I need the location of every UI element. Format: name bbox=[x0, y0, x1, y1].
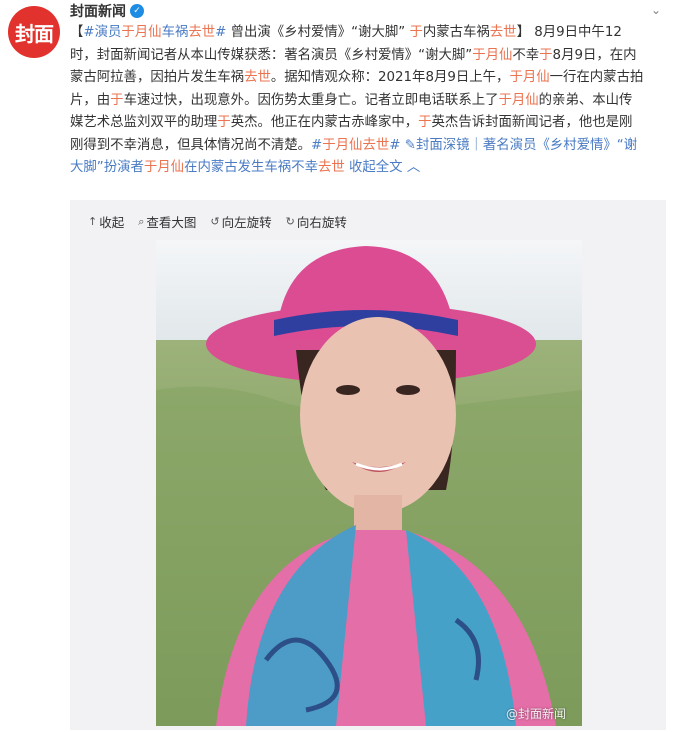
post-highlight-text: 于月仙 bbox=[472, 47, 513, 63]
post-link-text[interactable]: 大脚”扮演者 bbox=[70, 160, 144, 175]
rotate-left-button[interactable]: ↺ 向左旋转 bbox=[210, 212, 271, 231]
post-highlight-text: 于 bbox=[539, 47, 553, 63]
portrait-illustration bbox=[156, 240, 582, 726]
post-highlight-text: 于月仙 bbox=[143, 160, 185, 175]
post-text-segment: 【 bbox=[70, 25, 84, 40]
rotate-right-button[interactable]: ↻ 向右旋转 bbox=[286, 212, 347, 231]
chevron-down-icon[interactable]: ⌄ bbox=[649, 3, 663, 17]
rotate-left-label: 向左旋转 bbox=[221, 215, 272, 230]
post-highlight-text: 于 bbox=[217, 115, 231, 130]
magnifier-icon: ⌕ bbox=[138, 214, 145, 228]
post-text-segment: 媒艺术总监刘双平的助理 bbox=[70, 115, 218, 130]
post-text-segment: 车速过快，出现意外。因伤势太重身亡。记者立即电话联系上了 bbox=[123, 92, 499, 108]
post-highlight-text: 去世 bbox=[244, 70, 271, 85]
post-text-segment: 内蒙古车祸 bbox=[422, 25, 490, 40]
post-text-segment: 8月9日，在内 bbox=[552, 47, 637, 63]
author-avatar[interactable]: 封面 bbox=[8, 6, 60, 58]
post-highlight-text: 于月仙 bbox=[121, 25, 162, 40]
post-highlight-text: 于月仙 bbox=[322, 137, 363, 153]
author-header: 封面新闻 ✓ bbox=[70, 2, 144, 20]
post-text-segment: 不幸 bbox=[512, 47, 540, 63]
expanded-media-panel: ↑ 收起 ⌕ 查看大图 ↺ 向左旋转 ↻ 向右旋转 @封面新闻 bbox=[70, 200, 666, 730]
post-text-segment: 片，由 bbox=[70, 92, 111, 108]
post-text: 【#演员于月仙车祸去世# 曾出演《乡村爱情》“谢大脚” 于内蒙古车祸去世】 8月… bbox=[70, 22, 668, 180]
post-text-segment: 曾出演《乡村爱情》“谢大脚” bbox=[226, 25, 410, 40]
post-text-segment: 。据知情观众称：2021年8月9日上午， bbox=[270, 70, 510, 85]
post-text-segment: 英杰告诉封面新闻记者，他也是刚 bbox=[431, 115, 633, 130]
post-text-segment: 的亲弟、本山传 bbox=[538, 92, 633, 108]
post-link-text[interactable]: # bbox=[215, 25, 226, 40]
rotate-right-label: 向右旋转 bbox=[296, 215, 347, 230]
avatar-text: 封面 bbox=[15, 21, 54, 46]
post-highlight-text: 于月仙 bbox=[498, 92, 539, 108]
post-highlight-text: 于 bbox=[418, 115, 432, 130]
collapse-up-icon: ↑ bbox=[88, 215, 98, 228]
post-link-text[interactable]: # bbox=[389, 138, 400, 153]
post-link-text[interactable]: #演员 bbox=[83, 25, 121, 40]
post-highlight-text: 于 bbox=[110, 92, 124, 108]
post-highlight-text: 于 bbox=[409, 25, 423, 40]
post-link-text[interactable]: # bbox=[311, 138, 322, 153]
media-toolbar: ↑ 收起 ⌕ 查看大图 ↺ 向左旋转 ↻ 向右旋转 bbox=[88, 212, 347, 231]
post-link-text[interactable]: 在内蒙古发生车祸不幸 bbox=[184, 160, 318, 175]
post-highlight-text: 去世 bbox=[317, 160, 345, 175]
post-link-text[interactable]: ✎封面深镜｜著名演员《乡村爱情》“谢 bbox=[405, 138, 637, 153]
view-large-button[interactable]: ⌕ 查看大图 bbox=[138, 212, 196, 231]
view-large-label: 查看大图 bbox=[146, 215, 197, 230]
post-text-segment: 蒙古阿拉善，因拍片发生车祸 bbox=[70, 70, 245, 85]
photo-watermark: @封面新闻 bbox=[505, 707, 566, 721]
post-highlight-text: 去世 bbox=[188, 25, 216, 40]
post-highlight-text: 于月仙 bbox=[509, 70, 550, 85]
collapse-button[interactable]: ↑ 收起 bbox=[88, 212, 124, 231]
post-highlight-text: 去世 bbox=[362, 137, 390, 153]
author-name[interactable]: 封面新闻 bbox=[70, 1, 126, 21]
post-highlight-text: 去世 bbox=[489, 25, 517, 40]
post-photo[interactable]: @封面新闻 bbox=[156, 240, 582, 726]
post-text-segment: 时，封面新闻记者从本山传媒获悉：著名演员《乡村爱情》“谢大脚” bbox=[70, 47, 473, 63]
post-link-text[interactable]: 车祸 bbox=[162, 25, 189, 40]
post-text-segment: 刚得到不幸消息，但具体情况尚不清楚。 bbox=[70, 137, 312, 153]
post-text-segment: 英杰。他正在内蒙古赤峰家中， bbox=[230, 115, 419, 130]
post-text-segment: 一行在内蒙古拍 bbox=[549, 70, 644, 85]
rotate-left-icon: ↺ bbox=[210, 215, 220, 228]
rotate-right-icon: ↻ bbox=[285, 215, 295, 228]
collapse-label: 收起 bbox=[99, 215, 125, 230]
post-link-text[interactable]: 收起全文 ︿ bbox=[345, 160, 420, 175]
post-text-segment: 】 8月9日中午12 bbox=[516, 25, 622, 40]
verified-badge-icon: ✓ bbox=[130, 4, 144, 18]
